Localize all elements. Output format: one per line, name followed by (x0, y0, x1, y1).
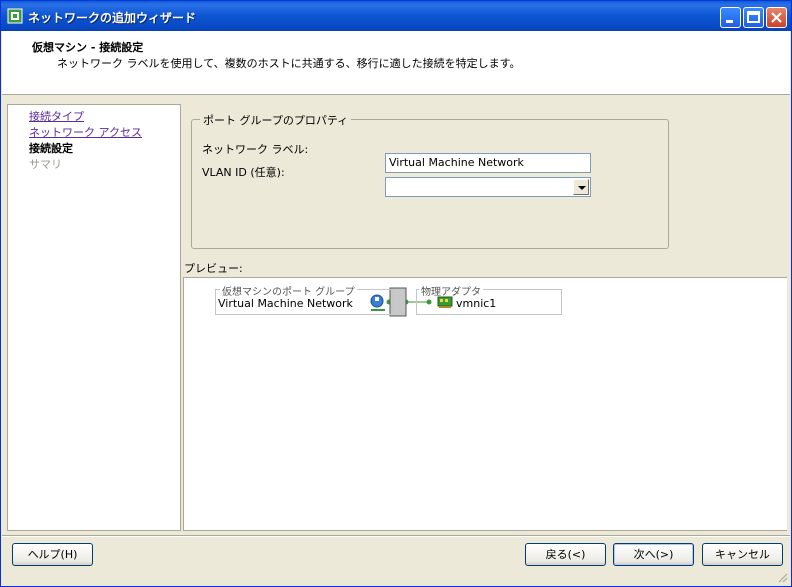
vlan-id-caption: VLAN ID (任意): (202, 166, 285, 179)
network-wizard-icon (7, 8, 23, 24)
vm-portgroup-legend: 仮想マシンのポート グループ (220, 283, 357, 298)
vm-portgroup-box[interactable]: 仮想マシンのポート グループ Virtual Machine Network (215, 283, 393, 315)
vm-portgroup-name: Virtual Machine Network (218, 297, 353, 310)
portgroup-properties-group: ポート グループのプロパティ ネットワーク ラベル: Virtual Machi… (191, 112, 669, 249)
network-adapter-icon (437, 296, 453, 308)
nav-step-summary: サマリ (29, 158, 62, 171)
group-legend: ポート グループのプロパティ (200, 112, 352, 128)
main-panel: ポート グループのプロパティ ネットワーク ラベル: Virtual Machi… (182, 104, 788, 531)
window-title: ネットワークの追加ウィザード (28, 11, 197, 25)
dropdown-arrow-icon[interactable] (573, 179, 589, 195)
network-label-caption: ネットワーク ラベル: (202, 143, 309, 156)
minimize-button[interactable] (720, 7, 741, 28)
vlan-id-combobox[interactable] (385, 177, 591, 197)
network-diagram (386, 287, 432, 317)
cancel-button[interactable]: キャンセル (702, 543, 783, 566)
maximize-icon (747, 11, 760, 23)
step-description: ネットワーク ラベルを使用して、複数のホストに共通する、移行に適した接続を特定し… (57, 57, 521, 70)
wizard-header: 仮想マシン - 接続設定 ネットワーク ラベルを使用して、複数のホストに共通する… (2, 31, 790, 95)
next-button[interactable]: 次へ(>) (613, 543, 694, 566)
physical-adapter-name: vmnic1 (456, 297, 497, 310)
preview-label: プレビュー: (184, 262, 243, 275)
nav-step-network-access[interactable]: ネットワーク アクセス (29, 124, 142, 140)
preview-panel: 仮想マシンのポート グループ Virtual Machine Network 物… (183, 277, 787, 531)
help-button[interactable]: ヘルプ(H) (12, 543, 93, 566)
bottom-separator (2, 535, 790, 537)
nav-step-connection-type[interactable]: 接続タイプ (29, 108, 84, 124)
physical-adapter-box[interactable]: 物理アダプタ vmnic1 (416, 283, 562, 315)
network-label-input[interactable]: Virtual Machine Network (385, 153, 591, 173)
minimize-icon (726, 20, 733, 23)
resize-grip-icon[interactable] (776, 571, 788, 583)
maximize-button[interactable] (743, 7, 764, 28)
wizard-window: ネットワークの追加ウィザード 仮想マシン - 接続設定 ネットワーク ラベルを使… (0, 0, 792, 587)
vm-portgroup-icon (370, 294, 385, 311)
close-button[interactable] (766, 7, 787, 28)
title-bar[interactable]: ネットワークの追加ウィザード (1, 1, 791, 31)
step-title: 仮想マシン - 接続設定 (32, 41, 144, 54)
nav-step-connection-settings: 接続設定 (29, 142, 73, 155)
back-button[interactable]: 戻る(<) (525, 543, 606, 566)
close-icon (771, 12, 782, 23)
wizard-steps-nav: 接続タイプ ネットワーク アクセス 接続設定 サマリ (7, 104, 181, 531)
